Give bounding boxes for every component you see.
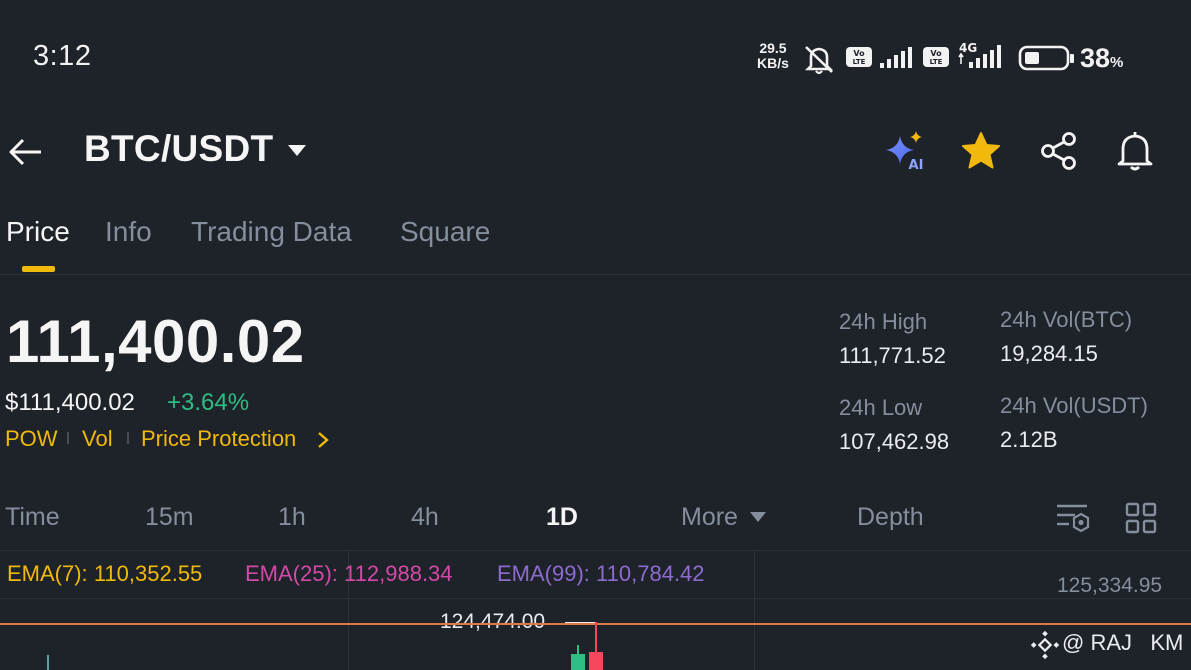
vol-btc-value: 19,284.15 [1000,341,1098,366]
ema7-legend: EMA(7): 110,352.55 [7,561,202,587]
signal-icon [880,47,912,68]
high-marker-label: 124,474.00 [440,610,546,633]
svg-text:LTE: LTE [853,58,866,66]
star-icon[interactable] [960,130,1002,172]
tab-trading-data[interactable]: Trading Data [191,216,352,248]
net-speed-value: 29.5 [759,40,787,56]
status-time: 3:12 [33,40,92,72]
battery-icon [1018,45,1074,71]
tab-price[interactable]: Price [6,216,70,248]
vol-btc-label: 24h Vol(BTC) [1000,307,1133,332]
binance-logo-icon [1031,631,1059,659]
ema99-label: EMA(99): [497,561,590,586]
interval-more[interactable]: More [681,503,738,532]
tabs-divider [0,274,1191,275]
svg-text:Vo: Vo [853,49,865,58]
chevron-right-icon[interactable] [316,431,330,449]
interval-4h[interactable]: 4h [411,503,439,532]
vol-usdt-label: 24h Vol(USDT) [1000,393,1148,418]
high-value: 111,771.52 [839,343,946,368]
candle-wick [47,655,49,670]
ema25-legend: EMA(25): 112,988.34 [245,561,453,587]
ema7-label: EMA(7): [7,561,88,586]
grid-layout-icon[interactable] [1125,502,1157,534]
usd-price: $111,400.02 [5,389,135,416]
low-value: 107,462.98 [839,429,950,454]
volte-icon-2: Vo LTE [923,47,949,67]
ema7-value: 110,352.55 [93,561,203,586]
indicator-settings-icon[interactable] [1055,502,1091,536]
tag-separator [67,432,69,444]
ema99-legend: EMA(99): 110,784.42 [497,561,705,587]
battery-percent: 38% [1080,43,1123,74]
tab-square[interactable]: Square [400,216,490,248]
interval-1d[interactable]: 1D [546,503,578,532]
svg-text:Vo: Vo [930,49,942,58]
tag-separator [127,432,129,444]
low-label: 24h Low [839,395,923,420]
vol-usdt-value: 2.12B [1000,427,1058,452]
tag-vol[interactable]: Vol [82,426,113,452]
volte-icon: Vo LTE [846,47,872,67]
last-price: 111,400.02 [6,308,305,375]
chart-top-border [0,550,1191,551]
net-speed-unit: KB/s [757,55,789,71]
price-change: +3.64% [167,389,250,416]
tag-price-protection[interactable]: Price Protection [141,426,296,452]
tab-indicator [22,266,55,272]
tab-info[interactable]: Info [105,216,152,248]
svg-text:LTE: LTE [930,58,943,66]
battery-unit: % [1110,54,1124,71]
chevron-down-icon[interactable] [750,512,766,522]
interval-1h[interactable]: 1h [278,503,306,532]
ai-badge: AI [909,158,924,172]
tag-pow[interactable]: POW [5,426,58,452]
ai-sparkle-icon[interactable]: AI [884,130,926,172]
net-speed: 29.5 KB/s [757,41,789,71]
ema25-label: EMA(25): [245,561,338,586]
candle-down [589,652,603,670]
bell-icon[interactable] [1114,130,1156,172]
pair-selector[interactable]: BTC/USDT [84,128,273,170]
signal-4g-icon: 4G [958,41,1001,68]
watermark-text: @ RAJ KM [1062,630,1184,655]
price-axis-label: 125,334.95 [1057,574,1163,597]
share-icon[interactable] [1038,130,1080,172]
high-label: 24h High [839,309,928,334]
ema99-value: 110,784.42 [596,561,705,586]
svg-text:4G: 4G [959,41,977,55]
tab-depth[interactable]: Depth [857,503,924,532]
chevron-down-icon[interactable] [288,145,306,156]
mute-icon [804,46,834,74]
grid-line [0,598,1191,599]
back-arrow-icon[interactable] [8,134,44,170]
interval-15m[interactable]: 15m [145,503,194,532]
interval-time[interactable]: Time [5,503,60,532]
candle-up [571,654,585,670]
battery-value: 38 [1080,43,1111,73]
grid-line [754,550,755,670]
ema25-value: 112,988.34 [344,561,453,586]
